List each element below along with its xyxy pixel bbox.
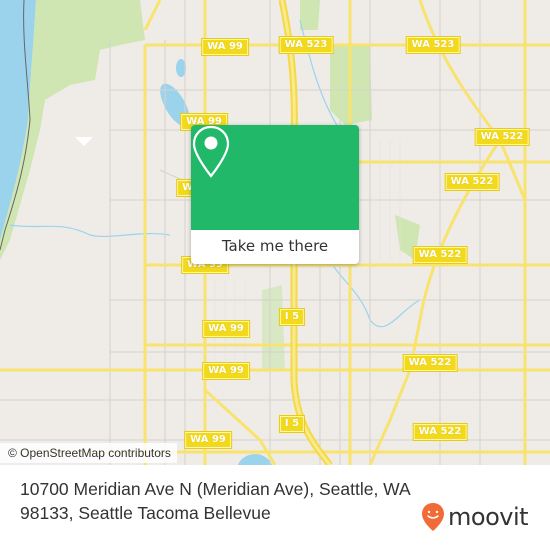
location-pin-icon — [192, 125, 230, 178]
road-shield-wa99: WA 99 — [201, 38, 249, 56]
take-me-there-button[interactable]: Take me there — [191, 230, 359, 264]
location-popup: Take me there — [191, 125, 359, 264]
park-area-central — [262, 285, 285, 370]
popup-header — [191, 125, 359, 230]
moovit-logo[interactable]: moovit — [421, 502, 529, 532]
road-shield-wa99: WA 99 — [202, 362, 250, 380]
map-card: WA 99 WA 523 WA 523 WA 99 WA 522 WA 99 W… — [0, 0, 550, 550]
road-shield-wa523: WA 523 — [278, 36, 334, 54]
moovit-wordmark: moovit — [448, 503, 529, 531]
popup-pointer — [75, 137, 93, 146]
road-shield-wa522: WA 522 — [412, 423, 468, 441]
map-view[interactable]: WA 99 WA 523 WA 523 WA 99 WA 522 WA 99 W… — [0, 0, 550, 465]
road-shield-wa522: WA 522 — [412, 246, 468, 264]
road-shield-i5: I 5 — [278, 415, 306, 433]
road-shield-wa522: WA 522 — [444, 173, 500, 191]
map-attribution[interactable]: © OpenStreetMap contributors — [0, 443, 177, 463]
moovit-pin-smile-icon — [422, 503, 444, 531]
road-shield-wa522: WA 522 — [402, 354, 458, 372]
road-shield-wa99: WA 99 — [184, 431, 232, 449]
road-shield-wa99: WA 99 — [202, 320, 250, 338]
lake-green — [237, 454, 273, 465]
park-area-north — [300, 0, 320, 30]
stream — [329, 259, 421, 328]
road-shield-i5: I 5 — [278, 308, 306, 326]
road-shield-wa523: WA 523 — [405, 36, 461, 54]
address-text: 10700 Meridian Ave N (Meridian Ave), Sea… — [20, 479, 410, 523]
road-shield-wa522: WA 522 — [474, 128, 530, 146]
